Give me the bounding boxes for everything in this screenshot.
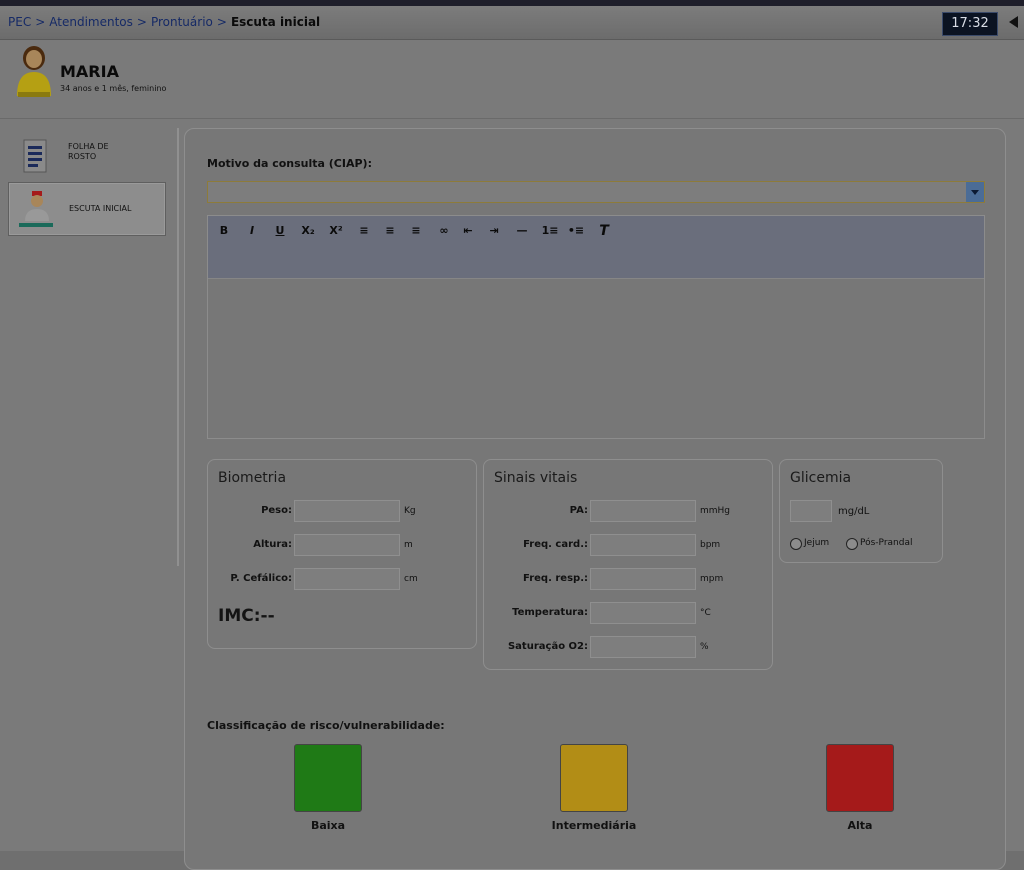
patient-name: MARIA xyxy=(60,62,119,81)
freq-card-input[interactable] xyxy=(590,534,696,556)
risk-intermediaria-label: Intermediária xyxy=(551,819,637,832)
pos-prandal-radio[interactable] xyxy=(846,538,858,550)
sinais-vitais-box: Sinais vitais PA: mmHg Freq. card.: bpm … xyxy=(483,459,773,670)
unordered-list-button[interactable]: •≡ xyxy=(566,222,586,240)
perimetro-cefalico-label: P. Cefálico: xyxy=(230,573,292,584)
sidebar-label-line1: FOLHA DE xyxy=(68,142,109,151)
horizontal-rule-button[interactable]: — xyxy=(512,222,532,240)
motivo-select[interactable] xyxy=(207,181,985,203)
peso-row: Peso: Kg xyxy=(208,500,478,522)
document-icon xyxy=(23,139,47,173)
rich-text-editor: B I U X₂ X² ≡ ≡ ≡ ∞ ⇤ ⇥ — 1≡ •≡ T xyxy=(207,215,985,439)
female-patient-avatar-icon xyxy=(17,46,51,97)
breadcrumb: PEC > Atendimentos > Prontuário > Escuta inici… xyxy=(8,15,320,29)
jejum-radio[interactable] xyxy=(790,538,802,550)
sinais-vitais-title: Sinais vitais xyxy=(494,470,578,486)
peso-input[interactable] xyxy=(294,500,400,522)
saturacao-label: Saturação O2: xyxy=(507,641,588,652)
breadcrumb-current: Escuta inicial xyxy=(230,15,321,29)
freq-card-row: Freq. card.: bpm xyxy=(484,534,774,556)
risk-alta-button[interactable] xyxy=(826,744,894,812)
collapse-arrow-icon[interactable] xyxy=(1009,16,1018,28)
pa-label: PA: xyxy=(569,505,588,516)
sidebar-item-folha-de-rosto[interactable]: FOLHA DE ROSTO xyxy=(8,130,166,180)
sidebar-item-label: FOLHA DE ROSTO xyxy=(68,142,109,162)
temperatura-input[interactable] xyxy=(590,602,696,624)
link-button[interactable]: ∞ xyxy=(434,222,454,240)
nurse-icon xyxy=(19,191,53,227)
risk-baixa-button[interactable] xyxy=(294,744,362,812)
superscript-button[interactable]: X² xyxy=(326,222,346,240)
altura-unit: m xyxy=(404,540,413,550)
risk-alta-label: Alta xyxy=(847,819,873,832)
jejum-label: Jejum xyxy=(804,538,830,548)
align-left-button[interactable]: ≡ xyxy=(354,222,374,240)
freq-resp-unit: mpm xyxy=(700,574,724,584)
peso-label: Peso: xyxy=(261,505,292,516)
ordered-list-button[interactable]: 1≡ xyxy=(540,222,560,240)
sidebar-item-escuta-inicial[interactable]: ESCUTA INICIAL xyxy=(8,182,166,236)
peso-unit: Kg xyxy=(404,506,416,516)
perimetro-cefalico-input[interactable] xyxy=(294,568,400,590)
freq-card-label: Freq. card.: xyxy=(523,539,588,550)
freq-card-unit: bpm xyxy=(700,540,721,550)
freq-resp-input[interactable] xyxy=(590,568,696,590)
bold-button[interactable]: B xyxy=(214,222,234,240)
top-bar: PEC > Atendimentos > Prontuário > Escuta inici… xyxy=(0,0,1024,40)
italic-button[interactable]: I xyxy=(242,222,262,240)
align-center-button[interactable]: ≡ xyxy=(380,222,400,240)
editor-toolbar: B I U X₂ X² ≡ ≡ ≡ ∞ ⇤ ⇥ — 1≡ •≡ T xyxy=(208,216,984,279)
perimetro-cefalico-row: P. Cefálico: cm xyxy=(208,568,478,590)
editor-text-area[interactable] xyxy=(208,279,984,438)
risk-label: Classificação de risco/vulnerabilidade: xyxy=(207,719,445,732)
underline-button[interactable]: U xyxy=(270,222,290,240)
sidebar-label-line2: ROSTO xyxy=(68,152,97,161)
altura-input[interactable] xyxy=(294,534,400,556)
freq-resp-label: Freq. resp.: xyxy=(523,573,588,584)
pa-row: PA: mmHg xyxy=(484,500,774,522)
saturacao-row: Saturação O2: % xyxy=(484,636,774,658)
glicemia-title: Glicemia xyxy=(790,470,852,486)
breadcrumb-separator: > xyxy=(136,15,147,29)
glicemia-unit: mg/dL xyxy=(838,506,870,517)
main-panel: Motivo da consulta (CIAP): B I U X₂ X² ≡… xyxy=(184,128,1006,870)
outdent-button[interactable]: ⇤ xyxy=(458,222,478,240)
clock: 17:32 xyxy=(942,12,998,36)
subscript-button[interactable]: X₂ xyxy=(298,222,318,240)
patient-header: MARIA 34 anos e 1 mês, feminino xyxy=(0,40,1024,119)
temperatura-row: Temperatura: °C xyxy=(484,602,774,624)
clear-format-button[interactable]: T xyxy=(594,222,614,240)
temperatura-unit: °C xyxy=(700,608,711,618)
align-right-button[interactable]: ≡ xyxy=(406,222,426,240)
breadcrumb-separator: > xyxy=(35,15,46,29)
biometria-box: Biometria Peso: Kg Altura: m P. Cefálico… xyxy=(207,459,477,649)
breadcrumb-atendimentos[interactable]: Atendimentos xyxy=(49,15,133,29)
patient-info: 34 anos e 1 mês, feminino xyxy=(60,84,167,93)
saturacao-unit: % xyxy=(700,642,709,652)
pa-input[interactable] xyxy=(590,500,696,522)
motivo-label: Motivo da consulta (CIAP): xyxy=(207,157,372,170)
sidebar-divider xyxy=(177,128,179,566)
glicemia-input[interactable] xyxy=(790,500,832,522)
temperatura-label: Temperatura: xyxy=(512,607,588,618)
biometria-title: Biometria xyxy=(218,470,287,486)
sidebar-item-label: ESCUTA INICIAL xyxy=(69,204,132,213)
pos-prandal-label: Pós-Prandal xyxy=(860,538,913,548)
breadcrumb-pec[interactable]: PEC xyxy=(8,15,31,29)
freq-resp-row: Freq. resp.: mpm xyxy=(484,568,774,590)
pa-unit: mmHg xyxy=(700,506,731,516)
sidebar: FOLHA DE ROSTO ESCUTA INICIAL xyxy=(0,120,178,851)
imc-value: IMC:-- xyxy=(218,606,275,626)
indent-button[interactable]: ⇥ xyxy=(484,222,504,240)
breadcrumb-prontuario[interactable]: Prontuário xyxy=(151,15,213,29)
saturacao-input[interactable] xyxy=(590,636,696,658)
chevron-down-icon[interactable] xyxy=(966,182,984,202)
risk-baixa-label: Baixa xyxy=(310,819,346,832)
breadcrumb-separator: > xyxy=(216,15,227,29)
glicemia-box: Glicemia mg/dL Jejum Pós-Prandal xyxy=(779,459,943,563)
risk-intermediaria-button[interactable] xyxy=(560,744,628,812)
perimetro-cefalico-unit: cm xyxy=(404,574,418,584)
altura-label: Altura: xyxy=(253,539,292,550)
altura-row: Altura: m xyxy=(208,534,478,556)
